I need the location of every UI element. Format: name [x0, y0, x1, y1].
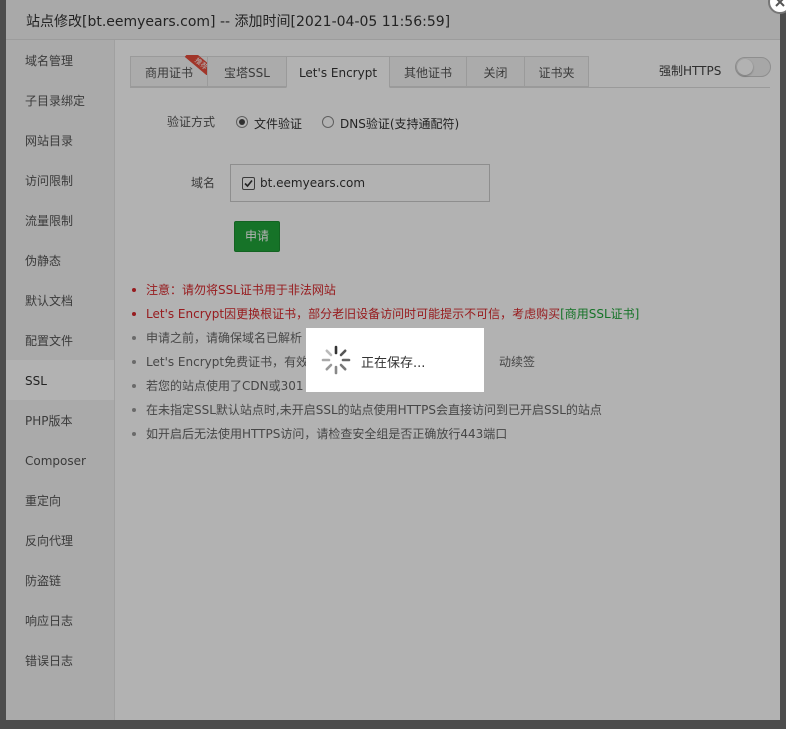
- loading-spinner-icon: [321, 345, 351, 375]
- close-icon: [775, 0, 785, 7]
- loading-message: 正在保存...: [361, 356, 426, 371]
- loading-toast: 正在保存...: [306, 328, 484, 392]
